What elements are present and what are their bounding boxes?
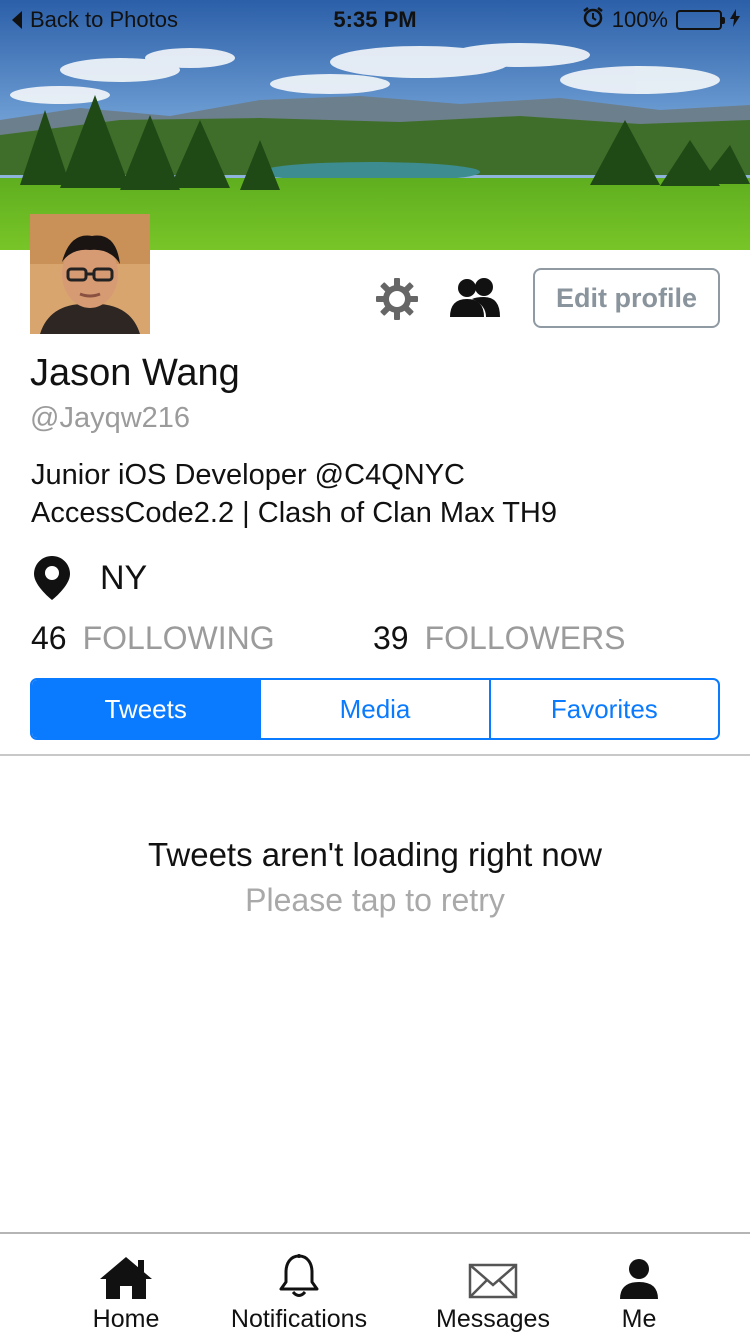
gear-icon (373, 275, 421, 328)
empty-state-title: Tweets aren't loading right now (148, 836, 602, 873)
people-button[interactable] (450, 277, 500, 326)
status-bar: Back to Photos 5:35 PM 100% (0, 0, 750, 40)
segment-media[interactable]: Media (259, 680, 488, 738)
tab-home-label: Home (92, 1305, 160, 1333)
settings-gear-button[interactable] (372, 277, 422, 324)
following-count: 46 (31, 620, 67, 656)
charging-icon (730, 7, 740, 33)
tab-messages-label: Messages (436, 1305, 550, 1333)
home-icon (100, 1250, 152, 1299)
location-pin-icon (30, 556, 74, 600)
retry-prompt[interactable]: Please tap to retry (0, 882, 750, 919)
edit-profile-button[interactable]: Edit profile (533, 268, 720, 328)
status-right: 100% (582, 6, 740, 34)
bell-icon (278, 1250, 320, 1299)
followers-label: FOLLOWERS (424, 620, 626, 656)
envelope-icon (468, 1250, 518, 1299)
followers-count: 39 (373, 620, 409, 656)
alarm-icon (582, 6, 604, 34)
bio-line-2: AccessCode2.2 | Clash of Clan Max TH9 (31, 497, 558, 529)
profile-segmented-control: Tweets Media Favorites (30, 678, 720, 740)
location-label: NY (100, 558, 148, 597)
tab-me-label: Me (621, 1305, 657, 1333)
followers-stat[interactable]: 39 FOLLOWERS (373, 620, 626, 657)
profile-handle: @Jayqw216 (30, 402, 191, 434)
bio-line-1: Junior iOS Developer @C4QNYC (31, 459, 465, 491)
tab-me[interactable]: Me (602, 1234, 676, 1334)
bottom-tab-bar: Home Notifications Messages Me (0, 1232, 750, 1334)
tab-notifications[interactable]: Notifications (212, 1234, 386, 1334)
person-icon (620, 1250, 658, 1299)
following-stat[interactable]: 46 FOLLOWING (31, 620, 275, 657)
avatar[interactable] (30, 214, 150, 334)
segment-favorites[interactable]: Favorites (488, 680, 718, 738)
people-icon (450, 277, 500, 326)
battery-icon (676, 10, 725, 30)
battery-percent: 100% (611, 7, 668, 32)
profile-name: Jason Wang (30, 352, 240, 394)
tab-messages[interactable]: Messages (424, 1234, 562, 1334)
profile-location: NY (30, 556, 147, 600)
profile-bio: Junior iOS Developer @C4QNYC AccessCode2… (31, 456, 557, 532)
tab-notifications-label: Notifications (230, 1305, 368, 1333)
content-divider (0, 754, 750, 756)
segment-tweets[interactable]: Tweets (32, 680, 260, 738)
tab-home[interactable]: Home (76, 1234, 176, 1334)
following-label: FOLLOWING (82, 620, 275, 656)
